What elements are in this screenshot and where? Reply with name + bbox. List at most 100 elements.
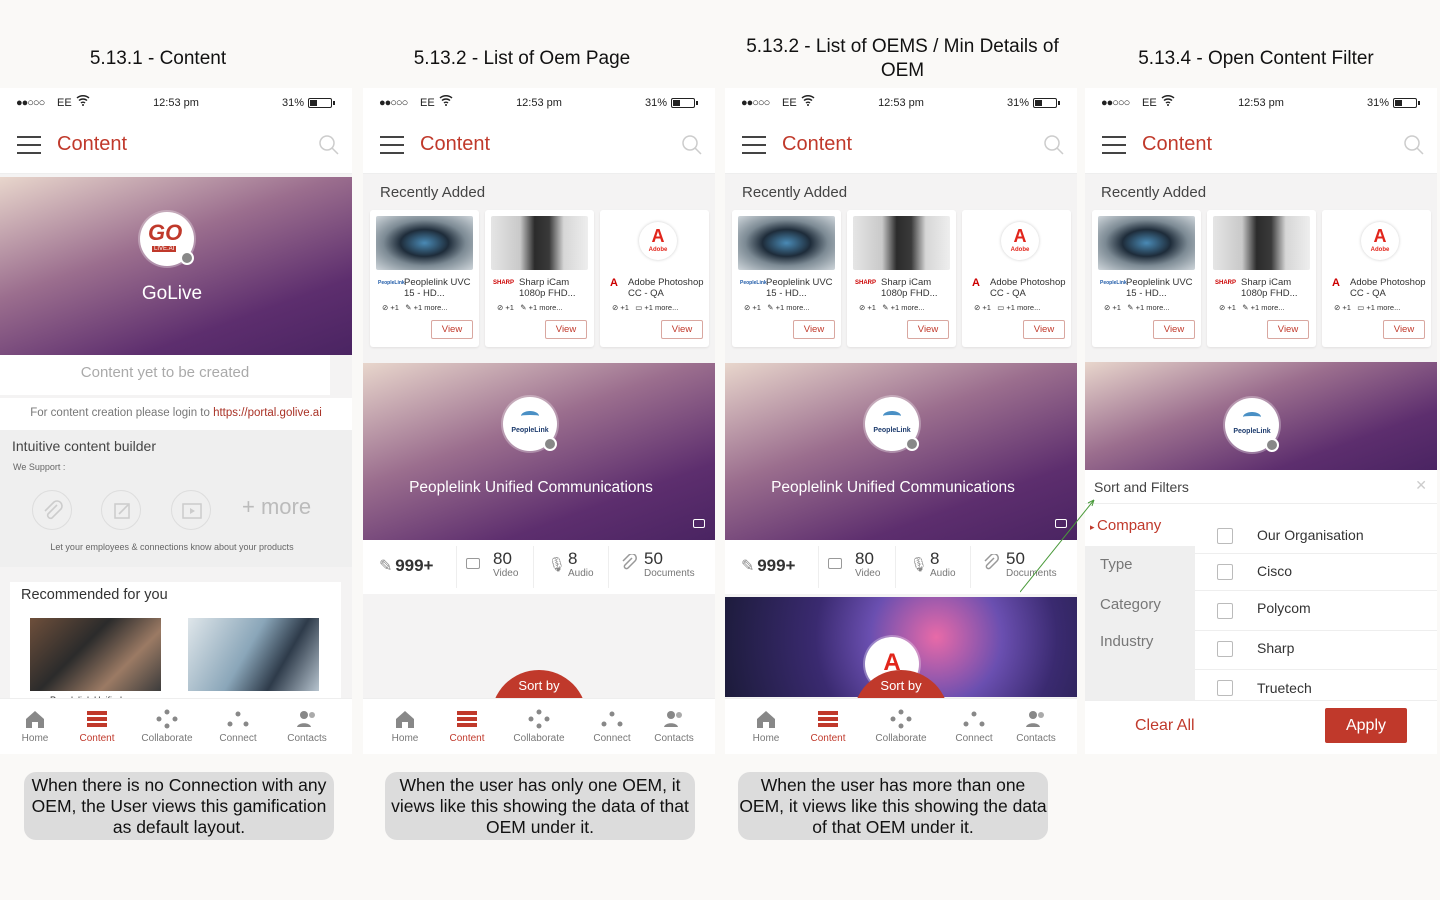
divider <box>970 546 971 588</box>
golive-banner: GO LIVE.AI GoLive <box>0 177 352 355</box>
view-button[interactable]: View <box>1153 320 1195 339</box>
search-icon[interactable] <box>681 134 703 156</box>
filter-category-type[interactable]: Type <box>1100 556 1133 573</box>
recent-card-1[interactable]: PeopleLink Peoplelink UVC 15 - HD... ⊘ +… <box>370 210 479 347</box>
recent-card-3[interactable]: A Adobe A Adobe Photoshop CC - QA ⊘ +1 ▭… <box>1322 210 1431 347</box>
content-icon <box>87 711 107 727</box>
contacts-icon <box>664 711 682 727</box>
recent-card-1[interactable]: PeopleLink Peoplelink UVC 15 - HD... ⊘ +… <box>732 210 841 347</box>
nav-collaborate[interactable]: Collaborate <box>866 709 936 744</box>
stat-audio: 🎙 8 Audio <box>548 549 594 580</box>
apply-button[interactable]: Apply <box>1325 708 1407 743</box>
more-link[interactable]: + more <box>242 494 311 520</box>
filter-title: Sort and Filters <box>1094 479 1189 495</box>
clear-all-button[interactable]: Clear All <box>1135 717 1195 735</box>
bottom-nav: Home Content Collaborate Connect Contact… <box>0 698 352 754</box>
filter-option-truetech[interactable]: Truetech <box>1195 670 1437 700</box>
view-button[interactable]: View <box>1267 320 1309 339</box>
app-bar: Content <box>725 118 1077 174</box>
view-button[interactable]: View <box>907 320 949 339</box>
login-text: For content creation please login to <box>30 407 214 419</box>
recommended-thumb-2[interactable] <box>188 618 319 691</box>
recent-card-3[interactable]: A Adobe A Adobe Photoshop CC - QA ⊘ +1 ▭… <box>600 210 709 347</box>
oem-banner[interactable]: PeopleLink <box>1085 362 1437 470</box>
oem-banner[interactable]: PeopleLink Peoplelink Unified Communicat… <box>363 363 715 540</box>
view-button[interactable]: View <box>793 320 835 339</box>
nav-content[interactable]: Content <box>793 709 863 744</box>
recent-card-1[interactable]: PeopleLink Peoplelink UVC 15 - HD... ⊘ +… <box>1092 210 1201 347</box>
filter-option-cisco[interactable]: Cisco <box>1195 554 1437 591</box>
video-icon: ▭ <box>997 303 1007 312</box>
recent-card-2[interactable]: SHARP Sharp iCam 1080p FHD... ⊘ +1 ✎ +1 … <box>1207 210 1316 347</box>
camera-icon[interactable] <box>543 437 557 451</box>
checkbox[interactable] <box>1217 528 1233 544</box>
checkbox[interactable] <box>1217 603 1233 619</box>
nav-contacts[interactable]: Contacts <box>1001 709 1071 744</box>
hamburger-menu-icon[interactable] <box>742 136 766 154</box>
nav-contacts[interactable]: Contacts <box>272 709 342 744</box>
search-icon[interactable] <box>318 134 340 156</box>
card-brand-logo: SHARP <box>493 280 515 286</box>
app-bar: Content <box>0 118 352 174</box>
recently-added-title: Recently Added <box>742 184 848 201</box>
checkbox[interactable] <box>1217 641 1233 657</box>
nav-content[interactable]: Content <box>432 709 502 744</box>
filter-option-our-organisation[interactable]: Our Organisation <box>1195 516 1437 554</box>
hamburger-menu-icon[interactable] <box>1102 136 1126 154</box>
stat-total: ✎ 999+ <box>741 556 796 575</box>
app-bar: Content <box>363 118 715 174</box>
card-thumbnail <box>738 216 835 270</box>
nav-collaborate[interactable]: Collaborate <box>504 709 574 744</box>
nav-home[interactable]: Home <box>731 709 801 744</box>
recently-added-title: Recently Added <box>380 184 486 201</box>
card-meta: ⊘ +1 ▭ +1 more... <box>1334 303 1401 312</box>
filter-category-category[interactable]: Category <box>1100 596 1161 613</box>
video-icon <box>828 558 842 569</box>
camera-small-icon[interactable] <box>693 519 705 528</box>
hamburger-menu-icon[interactable] <box>380 136 404 154</box>
recent-card-3[interactable]: A Adobe A Adobe Photoshop CC - QA ⊘ +1 ▭… <box>962 210 1071 347</box>
contacts-icon <box>297 711 315 727</box>
nav-contacts[interactable]: Contacts <box>639 709 709 744</box>
battery-percent: 31% <box>644 97 667 109</box>
view-button[interactable]: View <box>1383 320 1425 339</box>
nav-home[interactable]: Home <box>370 709 440 744</box>
camera-icon[interactable] <box>905 437 919 451</box>
filter-option-sharp[interactable]: Sharp <box>1195 631 1437 670</box>
nav-connect[interactable]: Connect <box>203 709 273 744</box>
card-thumbnail: A Adobe <box>1328 216 1425 270</box>
nav-collaborate[interactable]: Collaborate <box>132 709 202 744</box>
checkbox[interactable] <box>1217 564 1233 580</box>
filter-category-company[interactable]: ▸ Company <box>1090 517 1161 534</box>
camera-icon[interactable] <box>1265 438 1279 452</box>
hamburger-menu-icon[interactable] <box>17 136 41 154</box>
close-icon[interactable]: ✕ <box>1415 477 1427 494</box>
status-bar: ●●○○○ EE 12:53 pm 31% <box>1085 88 1437 118</box>
filter-option-polycom[interactable]: Polycom <box>1195 591 1437 631</box>
content-icon <box>818 711 838 727</box>
nav-home[interactable]: Home <box>0 709 70 744</box>
view-button[interactable]: View <box>661 320 703 339</box>
edit-icon: ✎ <box>741 558 755 575</box>
view-button[interactable]: View <box>1023 320 1065 339</box>
we-support-label: We Support : <box>13 462 66 472</box>
adobe-logo: A Adobe <box>1361 222 1399 260</box>
recent-card-2[interactable]: SHARP Sharp iCam 1080p FHD... ⊘ +1 ✎ +1 … <box>485 210 594 347</box>
caption-multi-oem: When the user has more than one OEM, it … <box>738 772 1048 840</box>
filter-category-industry[interactable]: Industry <box>1100 633 1153 650</box>
checkbox[interactable] <box>1217 680 1233 696</box>
search-icon[interactable] <box>1043 134 1065 156</box>
page-title: Content <box>782 133 853 155</box>
nav-connect[interactable]: Connect <box>939 709 1009 744</box>
portal-link[interactable]: https://portal.golive.ai <box>213 407 322 419</box>
filter-category-list: ▸ Company Type Category Industry <box>1085 504 1195 700</box>
recent-card-2[interactable]: SHARP Sharp iCam 1080p FHD... ⊘ +1 ✎ +1 … <box>847 210 956 347</box>
view-button[interactable]: View <box>431 320 473 339</box>
camera-icon[interactable] <box>180 251 194 265</box>
recommended-thumb-1[interactable] <box>30 618 161 691</box>
nav-connect[interactable]: Connect <box>577 709 647 744</box>
divider <box>895 546 896 588</box>
view-button[interactable]: View <box>545 320 587 339</box>
nav-content[interactable]: Content <box>62 709 132 744</box>
search-icon[interactable] <box>1403 134 1425 156</box>
